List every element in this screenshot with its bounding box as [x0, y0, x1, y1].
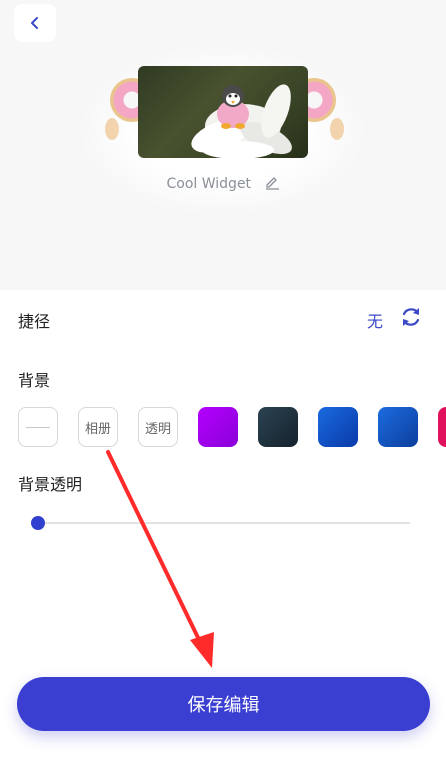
decoration-right	[330, 118, 344, 140]
widget-name[interactable]: Cool Widget	[0, 174, 446, 192]
background-transparent-option[interactable]: 透明	[138, 407, 178, 447]
none-line-icon	[26, 426, 50, 428]
widget-name-text: Cool Widget	[166, 176, 252, 192]
shortcut-value[interactable]: 无	[367, 308, 383, 332]
background-none-option[interactable]	[18, 407, 58, 447]
background-color-deep-blue[interactable]	[378, 407, 418, 447]
flower-penguin-illustration	[191, 84, 292, 158]
shortcut-label: 捷径	[18, 312, 51, 331]
transparent-option-label: 透明	[144, 421, 171, 437]
background-label: 背景	[18, 371, 51, 390]
refresh-icon[interactable]	[399, 305, 423, 329]
widget-preview-image[interactable]	[138, 66, 308, 158]
decoration-left	[105, 118, 119, 140]
background-opacity-label: 背景透明	[18, 475, 83, 494]
pencil-icon[interactable]	[264, 174, 280, 190]
opacity-slider-track[interactable]	[38, 522, 410, 524]
chevron-left-icon	[31, 17, 38, 29]
opacity-slider-thumb[interactable]	[31, 516, 45, 530]
album-option-label: 相册	[84, 421, 111, 437]
background-color-purple[interactable]	[198, 407, 238, 447]
save-edit-button[interactable]: 保存编辑	[17, 677, 430, 731]
back-button[interactable]	[14, 4, 56, 42]
background-color-pink[interactable]	[438, 407, 446, 447]
background-color-dark-teal[interactable]	[258, 407, 298, 447]
background-album-option[interactable]: 相册	[78, 407, 118, 447]
background-color-blue[interactable]	[318, 407, 358, 447]
